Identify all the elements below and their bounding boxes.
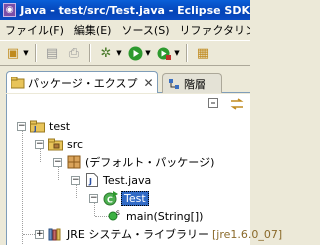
package-explorer-icon xyxy=(11,76,25,89)
tree-node-label: Test.java xyxy=(103,173,152,187)
tree-node-method[interactable]: S main(String[]) xyxy=(107,208,203,224)
collapse-toggle-icon[interactable]: − xyxy=(71,175,80,185)
toolbar-separator xyxy=(186,44,188,62)
menu-refactor[interactable]: リファクタリング(T) xyxy=(174,22,250,38)
chevron-down-icon[interactable]: ▼ xyxy=(22,49,30,57)
close-icon[interactable]: ✕ xyxy=(143,76,153,90)
collapse-toggle-icon[interactable]: − xyxy=(53,157,62,167)
package-icon xyxy=(66,155,82,169)
tree-connector xyxy=(22,126,23,244)
tree-node-suffix: [jre1.6.0_07] xyxy=(212,227,283,241)
tree-node-default-package[interactable]: − (デフォルト・パッケージ) xyxy=(53,154,214,170)
menu-source[interactable]: ソース(S) xyxy=(116,22,174,38)
toolbar-separator xyxy=(35,44,37,62)
chevron-down-icon[interactable]: ▼ xyxy=(173,49,181,57)
tree-node-class[interactable]: − C Test xyxy=(89,190,149,206)
hierarchy-icon xyxy=(167,78,181,90)
tab-hierarchy[interactable]: 階層 xyxy=(162,73,222,93)
svg-text:S: S xyxy=(116,210,120,217)
svg-text:J: J xyxy=(88,177,92,186)
main-toolbar: ▣ ▼ ▤ ⎙ ✲ ▼ ▼ ▼ ▦ xyxy=(0,40,250,66)
chevron-down-icon[interactable]: ▼ xyxy=(115,49,123,57)
tree-node-label: JRE システム・ライブラリー xyxy=(67,228,210,241)
eclipse-app-icon: ◉ xyxy=(3,3,17,17)
print-icon[interactable]: ⎙ xyxy=(64,43,84,63)
tree-node-label: src xyxy=(67,137,84,151)
new-java-project-icon[interactable]: ▦ xyxy=(193,43,213,63)
save-icon[interactable]: ▤ xyxy=(42,43,62,63)
debug-icon[interactable]: ✲ xyxy=(96,43,116,63)
source-folder-icon xyxy=(48,137,64,151)
menu-edit[interactable]: 編集(E) xyxy=(69,22,117,38)
library-icon xyxy=(48,227,64,241)
tree-node-java-file[interactable]: − J Test.java xyxy=(71,172,151,188)
external-tools-icon[interactable] xyxy=(154,43,174,63)
collapse-toggle-icon[interactable]: − xyxy=(17,121,26,131)
menu-bar: ファイル(F) 編集(E) ソース(S) リファクタリング(T) xyxy=(0,20,250,40)
menu-file[interactable]: ファイル(F) xyxy=(0,22,69,38)
window-title: Java - test/src/Test.java - Eclipse SDK xyxy=(20,3,250,17)
run-icon[interactable] xyxy=(125,43,145,63)
tree-node-label: test xyxy=(49,119,71,133)
svg-text:J: J xyxy=(33,125,37,133)
method-icon: S xyxy=(107,209,123,223)
package-explorer-view: パッケージ・エクスプ ✕ 階層 − J test − src − (デフォルト・… xyxy=(0,67,282,245)
tab-label: 階層 xyxy=(184,77,206,91)
tree-node-src[interactable]: − src xyxy=(35,136,83,152)
link-with-editor-icon[interactable] xyxy=(230,97,244,113)
collapse-all-icon[interactable] xyxy=(208,97,222,113)
svg-text:C: C xyxy=(107,195,113,204)
tab-package-explorer[interactable]: パッケージ・エクスプ ✕ xyxy=(6,71,158,93)
view-tab-bar: パッケージ・エクスプ ✕ 階層 xyxy=(6,71,250,93)
tree-node-label: Test xyxy=(121,190,149,206)
chevron-down-icon[interactable]: ▼ xyxy=(144,49,152,57)
view-toolbar xyxy=(6,94,250,116)
package-tree: − J test − src − (デフォルト・パッケージ) − J Test.… xyxy=(6,116,282,245)
window-title-bar[interactable]: ◉ Java - test/src/Test.java - Eclipse SD… xyxy=(0,0,250,20)
tree-node-label: main(String[]) xyxy=(126,209,204,223)
tree-node-label: (デフォルト・パッケージ) xyxy=(85,156,215,169)
expand-toggle-icon[interactable]: + xyxy=(35,229,44,239)
java-file-icon: J xyxy=(84,173,100,187)
new-wizard-icon[interactable]: ▣ xyxy=(3,43,23,63)
tab-label: パッケージ・エクスプ xyxy=(28,76,138,90)
tree-node-jre-library[interactable]: + JRE システム・ライブラリー [jre1.6.0_07] xyxy=(35,226,282,242)
java-project-icon: J xyxy=(30,119,46,133)
tree-node-project[interactable]: − J test xyxy=(17,118,70,134)
class-icon: C xyxy=(102,190,118,205)
toolbar-separator xyxy=(89,44,91,62)
collapse-toggle-icon[interactable]: − xyxy=(35,139,44,149)
collapse-toggle-icon[interactable]: − xyxy=(89,193,98,203)
